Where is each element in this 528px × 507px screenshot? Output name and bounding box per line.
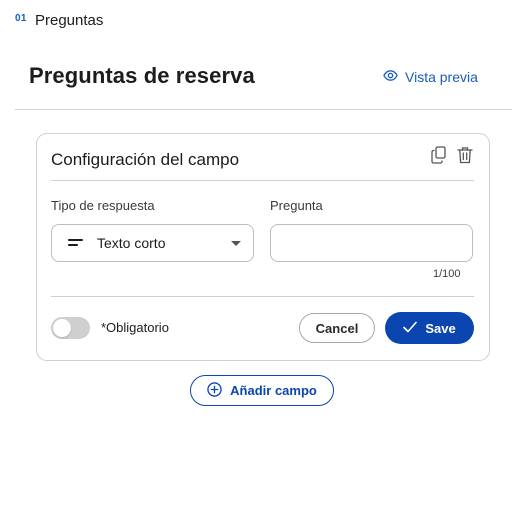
response-type-select[interactable]: Texto corto — [51, 224, 254, 262]
card-divider — [51, 180, 474, 181]
required-label: *Obligatorio — [101, 320, 169, 335]
card-footer-divider — [51, 296, 474, 297]
cancel-label: Cancel — [315, 320, 359, 336]
preview-link[interactable]: Vista previa — [383, 68, 478, 86]
response-type-label: Tipo de respuesta — [51, 198, 155, 213]
add-field-label: Añadir campo — [230, 383, 317, 398]
delete-button[interactable] — [456, 146, 474, 169]
preview-label: Vista previa — [405, 69, 478, 85]
cancel-button[interactable]: Cancel — [299, 313, 375, 343]
copy-button[interactable] — [430, 145, 448, 169]
step-label: Preguntas — [35, 12, 104, 29]
eye-icon — [383, 68, 398, 86]
toggle-knob — [53, 319, 71, 337]
check-icon — [403, 321, 418, 336]
plus-circle-icon — [207, 381, 222, 400]
short-text-icon — [68, 238, 84, 248]
header-divider — [15, 109, 512, 110]
required-toggle[interactable] — [51, 317, 90, 339]
card-title: Configuración del campo — [51, 150, 240, 169]
question-input[interactable] — [270, 224, 473, 262]
response-type-value: Texto corto — [97, 235, 166, 251]
trash-icon — [457, 146, 473, 169]
page-title: Preguntas de reserva — [29, 63, 255, 88]
copy-icon — [431, 145, 447, 169]
chevron-down-icon — [231, 241, 241, 246]
step-number: 01 — [15, 13, 27, 24]
save-button[interactable]: Save — [385, 312, 474, 344]
save-label: Save — [425, 320, 456, 336]
char-counter: 1/100 — [433, 268, 461, 280]
add-field-button[interactable]: Añadir campo — [190, 375, 334, 406]
question-label: Pregunta — [270, 198, 323, 213]
